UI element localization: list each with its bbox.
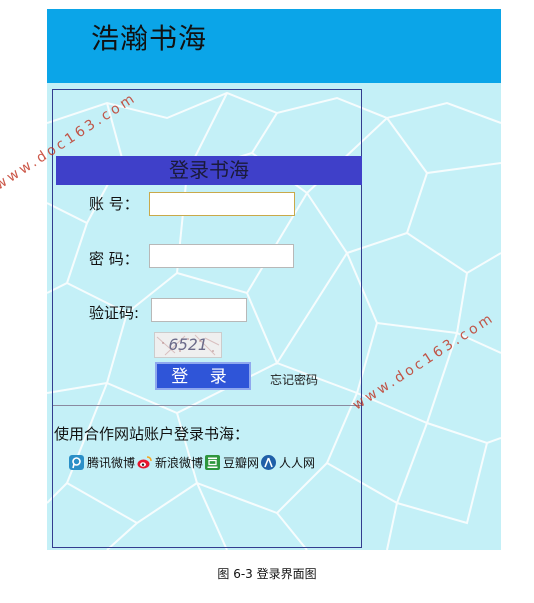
password-label: 密 码：	[89, 250, 139, 268]
captcha-input[interactable]	[151, 298, 247, 322]
account-input[interactable]	[149, 192, 295, 216]
partner-label: 豆瓣网	[223, 455, 260, 470]
partner-renren[interactable]: 人人网	[261, 454, 315, 471]
content-area: 登录书海 账 号： 密 码： 验证码: 6521 登 录 忘记密码 使用合作网站…	[47, 83, 501, 550]
captcha-image[interactable]: 6521	[154, 332, 222, 358]
captcha-code: 6521	[168, 335, 208, 354]
login-button[interactable]: 登 录	[155, 362, 251, 390]
partner-sina-weibo[interactable]: 新浪微博	[137, 454, 203, 471]
renren-icon	[261, 454, 277, 470]
forgot-password-link[interactable]: 忘记密码	[270, 371, 318, 388]
partner-login-title: 使用合作网站账户登录书海：	[54, 425, 250, 443]
account-label: 账 号：	[89, 195, 139, 213]
site-title: 浩瀚书海	[91, 22, 208, 55]
douban-icon	[205, 454, 221, 470]
partner-login-list: 腾讯微博 新浪微博 豆瓣网 人人网	[69, 452, 317, 472]
partner-label: 人人网	[279, 455, 316, 470]
sina-weibo-icon	[137, 455, 152, 468]
partner-label: 腾讯微博	[87, 455, 136, 470]
captcha-label: 验证码:	[89, 304, 140, 322]
login-title: 登录书海	[56, 156, 362, 185]
figure-caption: 图 6-3 登录界面图	[217, 567, 317, 581]
partner-douban[interactable]: 豆瓣网	[205, 454, 259, 471]
login-panel: 登录书海 账 号： 密 码： 验证码: 6521 登 录 忘记密码 使用合作网站…	[52, 89, 362, 548]
password-input[interactable]	[149, 244, 294, 268]
partner-tencent-weibo[interactable]: 腾讯微博	[69, 454, 135, 471]
divider	[53, 405, 361, 406]
tencent-weibo-icon	[69, 454, 84, 470]
site-header: 浩瀚书海	[47, 9, 501, 83]
partner-label: 新浪微博	[155, 455, 204, 470]
